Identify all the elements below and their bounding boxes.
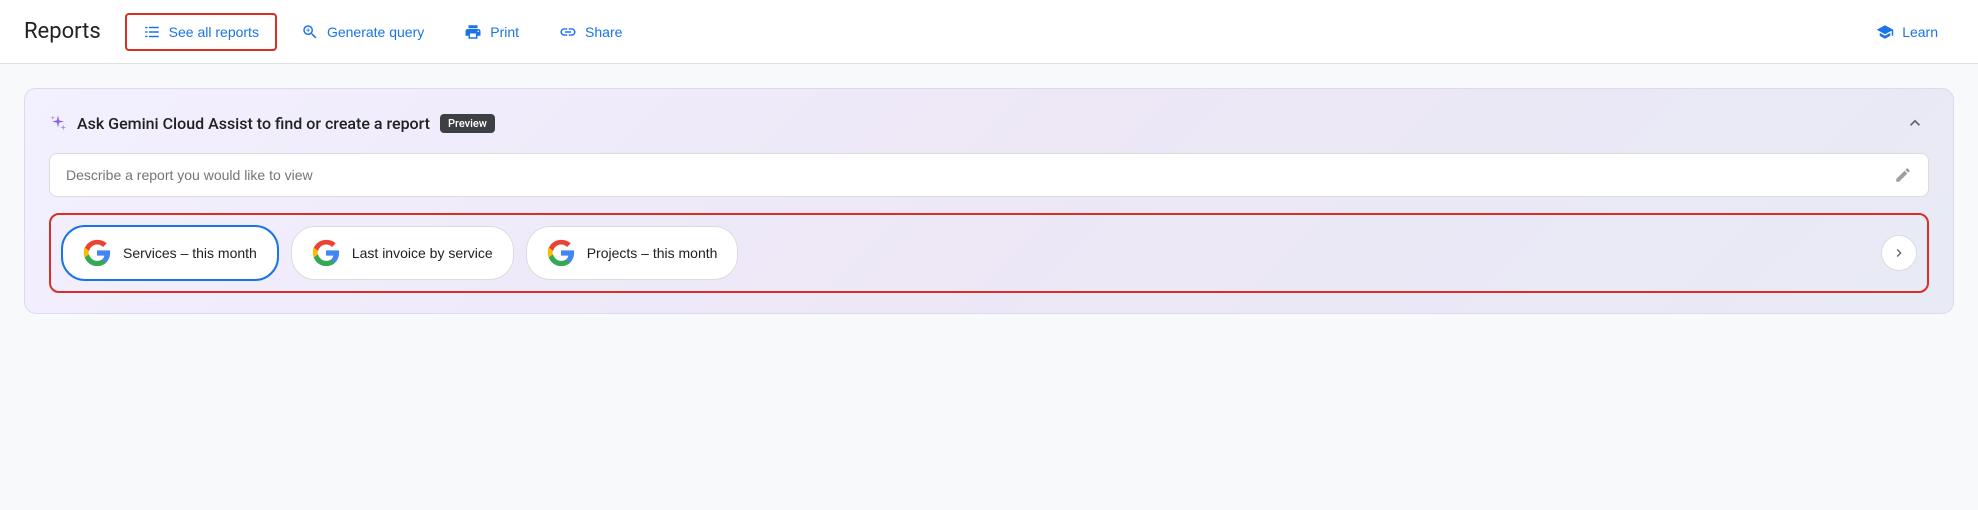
collapse-button[interactable] bbox=[1901, 109, 1929, 137]
toolbar: Reports See all reports Generate query P… bbox=[0, 0, 1978, 64]
next-cards-button[interactable] bbox=[1881, 235, 1917, 271]
chevron-up-icon bbox=[1905, 113, 1925, 133]
projects-this-month-label: Projects – this month bbox=[587, 245, 718, 261]
projects-this-month-card[interactable]: Projects – this month bbox=[526, 226, 739, 280]
chevron-right-icon bbox=[1891, 245, 1907, 261]
last-invoice-label: Last invoice by service bbox=[352, 245, 493, 261]
report-search-input[interactable] bbox=[66, 167, 1886, 183]
services-this-month-label: Services – this month bbox=[123, 245, 257, 261]
edit-icon bbox=[1894, 166, 1912, 184]
list-icon bbox=[143, 23, 161, 41]
last-invoice-card[interactable]: Last invoice by service bbox=[291, 226, 514, 280]
generate-query-button[interactable]: Generate query bbox=[285, 15, 440, 49]
page-title: Reports bbox=[24, 19, 101, 44]
google-cloud-logo-1 bbox=[83, 239, 111, 267]
main-content: Ask Gemini Cloud Assist to find or creat… bbox=[0, 64, 1978, 510]
print-icon bbox=[464, 23, 482, 41]
gemini-header: Ask Gemini Cloud Assist to find or creat… bbox=[49, 109, 1929, 137]
see-all-reports-wrapper: See all reports bbox=[125, 13, 277, 51]
share-button[interactable]: Share bbox=[543, 15, 638, 49]
gemini-title: Ask Gemini Cloud Assist to find or creat… bbox=[77, 114, 430, 133]
services-this-month-card[interactable]: Services – this month bbox=[61, 225, 279, 281]
search-container bbox=[49, 153, 1929, 197]
google-cloud-logo-2 bbox=[312, 239, 340, 267]
learn-button[interactable]: Learn bbox=[1860, 15, 1954, 49]
quick-cards-container: Services – this month Last invoice by se… bbox=[49, 213, 1929, 293]
google-cloud-logo-3 bbox=[547, 239, 575, 267]
generate-query-icon bbox=[301, 23, 319, 41]
share-icon bbox=[559, 23, 577, 41]
learn-icon bbox=[1876, 23, 1894, 41]
gemini-header-left: Ask Gemini Cloud Assist to find or creat… bbox=[49, 114, 495, 133]
sparkle-icon bbox=[49, 114, 67, 132]
preview-badge: Preview bbox=[440, 114, 495, 133]
see-all-reports-button[interactable]: See all reports bbox=[127, 15, 275, 49]
print-button[interactable]: Print bbox=[448, 15, 535, 49]
gemini-panel: Ask Gemini Cloud Assist to find or creat… bbox=[24, 88, 1954, 314]
